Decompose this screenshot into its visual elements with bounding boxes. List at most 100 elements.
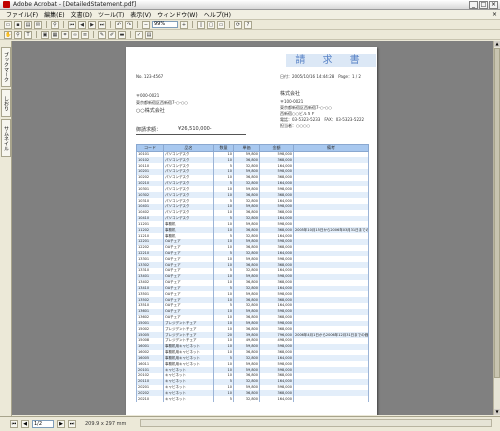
table-row: 11202 事務机 10 36,800 368,000 2005年10月15日から2006… bbox=[136, 227, 369, 234]
thumbnails-tab[interactable]: サムネイル bbox=[1, 119, 11, 157]
note-icon[interactable]: ✎ bbox=[98, 30, 106, 39]
customer-postal: 〒000-0021 bbox=[136, 93, 160, 98]
cell-remarks: 2005年10月15日から2006年03月31日までの期間の価格、お問合せくださ… bbox=[293, 227, 369, 234]
open-icon[interactable]: ▭ bbox=[4, 20, 12, 29]
customer-company: ○○株式会社 bbox=[136, 108, 165, 114]
email-icon[interactable]: ✉ bbox=[34, 20, 42, 29]
cell-remarks bbox=[293, 396, 369, 403]
fit-width-icon[interactable]: ▭ bbox=[217, 20, 225, 29]
close-button[interactable]: × bbox=[489, 1, 498, 9]
customer-address: 東京都新宿区西新宿7-○-○○ bbox=[136, 100, 188, 105]
menu-tools[interactable]: ツール(T) bbox=[95, 10, 127, 19]
scroll-up-icon[interactable]: ▲ bbox=[494, 41, 500, 47]
toolbar-separator bbox=[192, 21, 193, 28]
bookmarks-tab[interactable]: ブックマーク bbox=[1, 47, 11, 87]
table-select-icon[interactable]: ▦ bbox=[51, 30, 59, 39]
zoom-tool-icon[interactable]: ⚲ bbox=[14, 30, 22, 39]
invoice-date-page: 日付：2005/10/16 14:44:28 Page：1 / 2 bbox=[280, 74, 361, 79]
actual-size-icon[interactable]: ▯ bbox=[197, 20, 205, 29]
header-remarks: 備考 bbox=[293, 144, 369, 152]
first-page-icon[interactable]: ⏮ bbox=[68, 20, 76, 29]
menu-help[interactable]: ヘルプ(H) bbox=[201, 10, 234, 19]
horizontal-scrollbar[interactable] bbox=[140, 419, 492, 427]
fit-page-icon[interactable]: ▢ bbox=[207, 20, 215, 29]
pdf-page: 請 求 書 No. 123-4567 日付：2005/10/16 14:44:2… bbox=[126, 47, 377, 415]
billing-underline bbox=[136, 134, 246, 135]
toolbar-separator bbox=[36, 31, 37, 38]
menu-view[interactable]: 表示(V) bbox=[127, 10, 154, 19]
minimize-button[interactable]: _ bbox=[469, 1, 478, 9]
toolbar-separator bbox=[137, 21, 138, 28]
toolbar-separator bbox=[110, 21, 111, 28]
signatures-tab[interactable]: しおり bbox=[1, 89, 11, 117]
acrobat-icon bbox=[3, 1, 10, 8]
toolbar-separator bbox=[93, 31, 94, 38]
zoom-in-icon[interactable]: + bbox=[180, 20, 188, 29]
forward-icon[interactable]: ↷ bbox=[125, 20, 133, 29]
sign-icon[interactable]: ✓ bbox=[135, 30, 143, 39]
snapshot-icon[interactable]: ▣ bbox=[41, 30, 49, 39]
zoom-level-field[interactable]: 99% bbox=[152, 21, 178, 28]
cell-quantity: 5 bbox=[213, 396, 234, 403]
print-icon[interactable]: ▤ bbox=[24, 20, 32, 29]
invoice-title: 請 求 書 bbox=[286, 54, 376, 67]
cell-code: 20210 bbox=[136, 396, 164, 403]
header-quantity: 数量 bbox=[213, 144, 234, 152]
rotate-icon[interactable]: ⟳ bbox=[234, 20, 242, 29]
next-page-icon[interactable]: ▶ bbox=[88, 20, 96, 29]
next-page-button[interactable]: ▶ bbox=[57, 420, 65, 428]
hand-tool-icon[interactable]: ✋ bbox=[4, 30, 12, 39]
scroll-thumb[interactable] bbox=[494, 48, 500, 378]
document-close-button[interactable]: × bbox=[492, 11, 497, 18]
cell-amount: 164,000 bbox=[259, 396, 294, 403]
invoice-detail-table: コード 品名 数量 単価 金額 備考 10101 パソコンデスク 10 59,800 5… bbox=[136, 144, 369, 403]
scroll-down-icon[interactable]: ▼ bbox=[494, 409, 500, 415]
header-unit-price: 単価 bbox=[233, 144, 260, 152]
article-icon[interactable]: ≡ bbox=[81, 30, 89, 39]
first-page-button[interactable]: ⏮ bbox=[10, 420, 18, 428]
menu-file[interactable]: ファイル(F) bbox=[3, 10, 41, 19]
window-title: Adobe Acrobat - [DetailedStatement.pdf] bbox=[13, 1, 137, 8]
prev-page-icon[interactable]: ◀ bbox=[78, 20, 86, 29]
last-page-button[interactable]: ⏭ bbox=[68, 420, 76, 428]
window-titlebar: Adobe Acrobat - [DetailedStatement.pdf] … bbox=[0, 0, 500, 10]
link-icon[interactable]: ∞ bbox=[71, 30, 79, 39]
vertical-scrollbar[interactable]: ▲ ▼ bbox=[493, 41, 500, 415]
billing-amount: ¥26,510,000- bbox=[178, 126, 212, 132]
page-number-field[interactable]: 1/2 bbox=[32, 420, 54, 428]
crop-icon[interactable]: ⌗ bbox=[61, 30, 69, 39]
text-select-icon[interactable]: T bbox=[24, 30, 32, 39]
save-icon[interactable]: ▪ bbox=[14, 20, 22, 29]
toolbar-separator bbox=[130, 31, 131, 38]
table-row: 20210 キャビネット 5 32,800 164,000 bbox=[136, 396, 369, 403]
back-icon[interactable]: ↶ bbox=[115, 20, 123, 29]
menu-edit[interactable]: 編集(E) bbox=[41, 10, 67, 19]
page-size-label: 209.9 x 297 mm bbox=[85, 421, 127, 427]
cell-item-name: キャビネット bbox=[163, 396, 214, 403]
invoice-number: No. 123-4567 bbox=[136, 74, 164, 79]
menu-window[interactable]: ウィンドウ(W) bbox=[154, 10, 201, 19]
pencil-icon[interactable]: ✐ bbox=[108, 30, 116, 39]
toolbar-tools: ✋ ⚲ T ▣ ▦ ⌗ ∞ ≡ ✎ ✐ ▬ ✓ ▤ bbox=[0, 30, 500, 40]
last-page-icon[interactable]: ⏭ bbox=[98, 20, 106, 29]
table-header-row: コード 品名 数量 単価 金額 備考 bbox=[136, 144, 369, 152]
document-viewport[interactable]: 請 求 書 No. 123-4567 日付：2005/10/16 14:44:2… bbox=[12, 41, 493, 415]
cell-remarks: 2006年4月1日から2006年12月31日までの価格 bbox=[293, 332, 369, 338]
toolbar-main: ▭ ▪ ▤ ✉ ⚲ ⏮ ◀ ▶ ⏭ ↶ ↷ − 99% + ▯ ▢ ▭ ⟳ ? bbox=[0, 20, 500, 30]
form-icon[interactable]: ▤ bbox=[145, 30, 153, 39]
menu-bar: ファイル(F) 編集(E) 文書(D) ツール(T) 表示(V) ウィンドウ(W… bbox=[0, 10, 500, 20]
highlight-icon[interactable]: ▬ bbox=[118, 30, 126, 39]
help-icon[interactable]: ? bbox=[244, 20, 252, 29]
toolbar-separator bbox=[46, 21, 47, 28]
menu-document[interactable]: 文書(D) bbox=[68, 10, 95, 19]
issuer-company: 株式会社 bbox=[280, 91, 301, 97]
search-icon[interactable]: ⚲ bbox=[51, 20, 59, 29]
header-amount: 金額 bbox=[259, 144, 294, 152]
cell-unit-price: 32,800 bbox=[233, 396, 260, 403]
zoom-out-icon[interactable]: − bbox=[142, 20, 150, 29]
header-code: コード bbox=[136, 144, 164, 152]
prev-page-button[interactable]: ◀ bbox=[21, 420, 29, 428]
maximize-button[interactable]: □ bbox=[479, 1, 488, 9]
issuer-person: 担当者：○○○○ bbox=[280, 123, 310, 128]
billing-label: 御請求額： bbox=[136, 127, 162, 133]
